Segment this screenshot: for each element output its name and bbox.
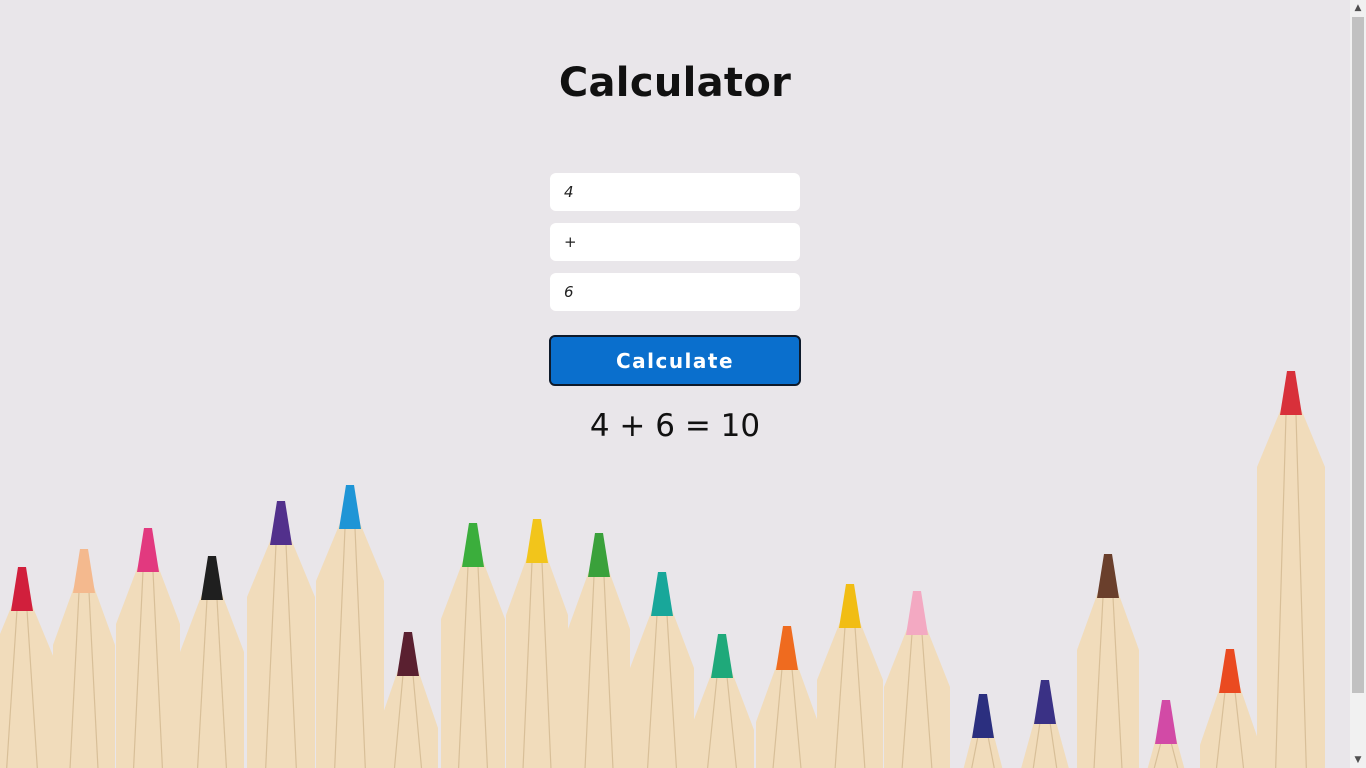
second-number-input[interactable] [550,273,800,311]
scroll-up-arrow-icon[interactable]: ▲ [1350,0,1366,16]
page-title: Calculator [558,60,792,106]
operator-input[interactable] [550,223,800,261]
scroll-down-arrow-icon[interactable]: ▼ [1350,752,1366,768]
calculator-page: Calculator Calculate 4 + 6 = 10 [0,0,1350,768]
vertical-scrollbar[interactable]: ▲ ▼ [1350,0,1366,768]
first-number-input[interactable] [550,173,800,211]
scroll-thumb[interactable] [1352,17,1364,693]
result-text: 4 + 6 = 10 [589,408,761,444]
calculate-button[interactable]: Calculate [549,335,801,386]
